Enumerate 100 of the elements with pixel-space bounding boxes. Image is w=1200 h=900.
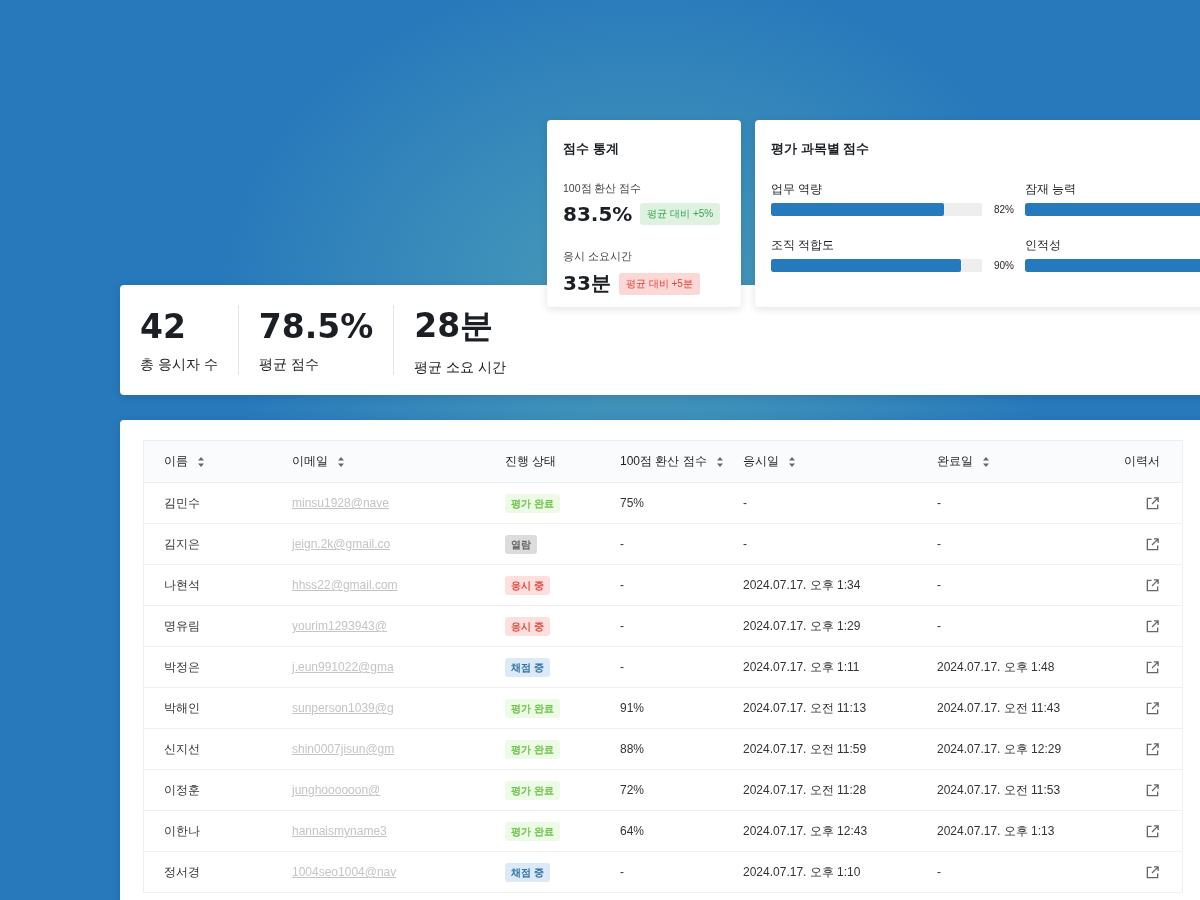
date-cell: 2024.07.17. 오후 1:13 <box>937 823 1055 838</box>
name-cell: 박정은 <box>164 659 200 674</box>
external-link-icon[interactable] <box>1145 741 1160 757</box>
status-badge: 응시 중 <box>505 616 550 636</box>
summary-label: 평균 점수 <box>258 355 320 374</box>
date-cell: 2024.07.17. 오전 11:43 <box>937 700 1061 715</box>
email-link[interactable]: yourim1293943@ <box>292 619 387 633</box>
score-cell: - <box>620 619 624 633</box>
email-link[interactable]: shin0007jisun@gm <box>292 742 395 756</box>
external-link-icon[interactable] <box>1145 864 1160 880</box>
score-cell: - <box>620 537 624 551</box>
sort-icon[interactable] <box>197 455 205 468</box>
status-badge: 열람 <box>505 534 537 554</box>
name-cell: 김지은 <box>164 536 200 551</box>
status-badge: 채점 중 <box>505 862 550 882</box>
external-link-icon[interactable] <box>1145 618 1160 634</box>
date-cell: - <box>743 496 747 510</box>
name-cell: 명유림 <box>164 618 200 633</box>
stat-label: 100점 환산 점수 <box>563 182 643 196</box>
status-badge: 평가 완료 <box>505 780 560 800</box>
column-header: 100점 환산 점수 <box>620 453 707 470</box>
name-cell: 박해인 <box>164 700 200 715</box>
column-header: 이력서 <box>1124 453 1160 470</box>
delta-badge: 평균 대비 +5% <box>640 203 721 225</box>
score-reading: 82% <box>994 204 1014 215</box>
email-link[interactable]: sunperson1039@g <box>292 701 394 715</box>
external-link-icon[interactable] <box>1145 577 1160 593</box>
status-badge: 평가 완료 <box>505 739 560 759</box>
summary-value: 28분 <box>414 304 495 347</box>
name-cell: 김민수 <box>164 495 200 510</box>
score-cell: 72% <box>620 783 645 797</box>
email-link[interactable]: j.eun991022@gma <box>292 660 394 674</box>
date-cell: - <box>937 578 941 592</box>
name-cell: 정서경 <box>164 864 200 879</box>
card-title: 점수 통계 <box>563 140 620 158</box>
column-header: 완료일 <box>937 453 973 470</box>
score-cell: 64% <box>620 824 645 838</box>
card-title: 평가 과목별 점수 <box>771 140 871 158</box>
summary-label: 평균 소요 시간 <box>414 358 507 377</box>
score-cell: 91% <box>620 701 645 715</box>
status-badge: 평가 완료 <box>505 821 560 841</box>
sort-icon[interactable] <box>337 455 345 468</box>
score-cell: - <box>620 660 624 674</box>
date-cell: - <box>937 496 941 510</box>
external-link-icon[interactable] <box>1145 536 1160 552</box>
score-cell: 88% <box>620 742 645 756</box>
column-header: 진행 상태 <box>505 453 557 470</box>
date-cell: 2024.07.17. 오후 1:11 <box>743 659 860 674</box>
date-cell: 2024.07.17. 오후 1:48 <box>937 659 1055 674</box>
external-link-icon[interactable] <box>1145 700 1160 716</box>
name-cell: 신지선 <box>164 741 200 756</box>
status-badge: 평가 완료 <box>505 698 560 718</box>
date-cell: 2024.07.17. 오후 1:29 <box>743 618 861 633</box>
date-cell: 2024.07.17. 오전 11:28 <box>743 782 867 797</box>
email-link[interactable]: jeign.2k@gmail.co <box>292 537 391 551</box>
subject-label: 조직 적합도 <box>771 238 836 253</box>
sort-icon[interactable] <box>982 455 990 468</box>
score-cell: 75% <box>620 496 645 510</box>
subject-label: 인적성 <box>1025 238 1062 253</box>
date-cell: 2024.07.17. 오후 12:29 <box>937 741 1062 756</box>
status-badge: 채점 중 <box>505 657 550 677</box>
email-link[interactable]: hannaismyname3 <box>292 824 387 838</box>
status-badge: 평가 완료 <box>505 493 560 513</box>
date-cell: - <box>937 619 941 633</box>
column-header: 응시일 <box>743 453 779 470</box>
date-cell: 2024.07.17. 오전 11:59 <box>743 741 867 756</box>
date-cell: 2024.07.17. 오전 11:53 <box>937 782 1061 797</box>
subject-label: 잠재 능력 <box>1025 182 1078 197</box>
date-cell: - <box>937 865 941 879</box>
date-cell: - <box>937 537 941 551</box>
summary-label: 총 응시자 수 <box>140 355 218 374</box>
external-link-icon[interactable] <box>1145 495 1160 511</box>
name-cell: 이정훈 <box>164 782 200 797</box>
score-cell: - <box>620 865 624 879</box>
name-cell: 이한나 <box>164 823 200 838</box>
stat-value: 83.5% <box>563 202 633 226</box>
sort-icon[interactable] <box>788 455 796 468</box>
stat-value: 33분 <box>563 270 611 297</box>
date-cell: 2024.07.17. 오후 1:34 <box>743 577 861 592</box>
stat-label: 응시 소요시간 <box>563 250 633 264</box>
subject-label: 업무 역량 <box>771 182 824 197</box>
date-cell: 2024.07.17. 오후 1:10 <box>743 864 861 879</box>
email-link[interactable]: hhss22@gmail.com <box>292 578 398 592</box>
external-link-icon[interactable] <box>1145 659 1160 675</box>
external-link-icon[interactable] <box>1145 782 1160 798</box>
sort-icon[interactable] <box>715 455 724 468</box>
external-link-icon[interactable] <box>1145 823 1160 839</box>
email-link[interactable]: 1004seo1004@nav <box>292 865 397 879</box>
score-cell: - <box>620 578 624 592</box>
email-link[interactable]: junghoooooon@ <box>292 783 381 797</box>
status-badge: 응시 중 <box>505 575 550 595</box>
summary-value: 42 <box>140 306 187 346</box>
date-cell: - <box>743 537 747 551</box>
email-link[interactable]: minsu1928@nave <box>292 496 389 510</box>
column-header: 이름 <box>164 453 188 470</box>
name-cell: 나현석 <box>164 577 200 592</box>
date-cell: 2024.07.17. 오후 12:43 <box>743 823 868 838</box>
date-cell: 2024.07.17. 오전 11:13 <box>743 700 867 715</box>
summary-value: 78.5% <box>258 306 374 346</box>
delta-badge: 평균 대비 +5분 <box>618 272 700 295</box>
